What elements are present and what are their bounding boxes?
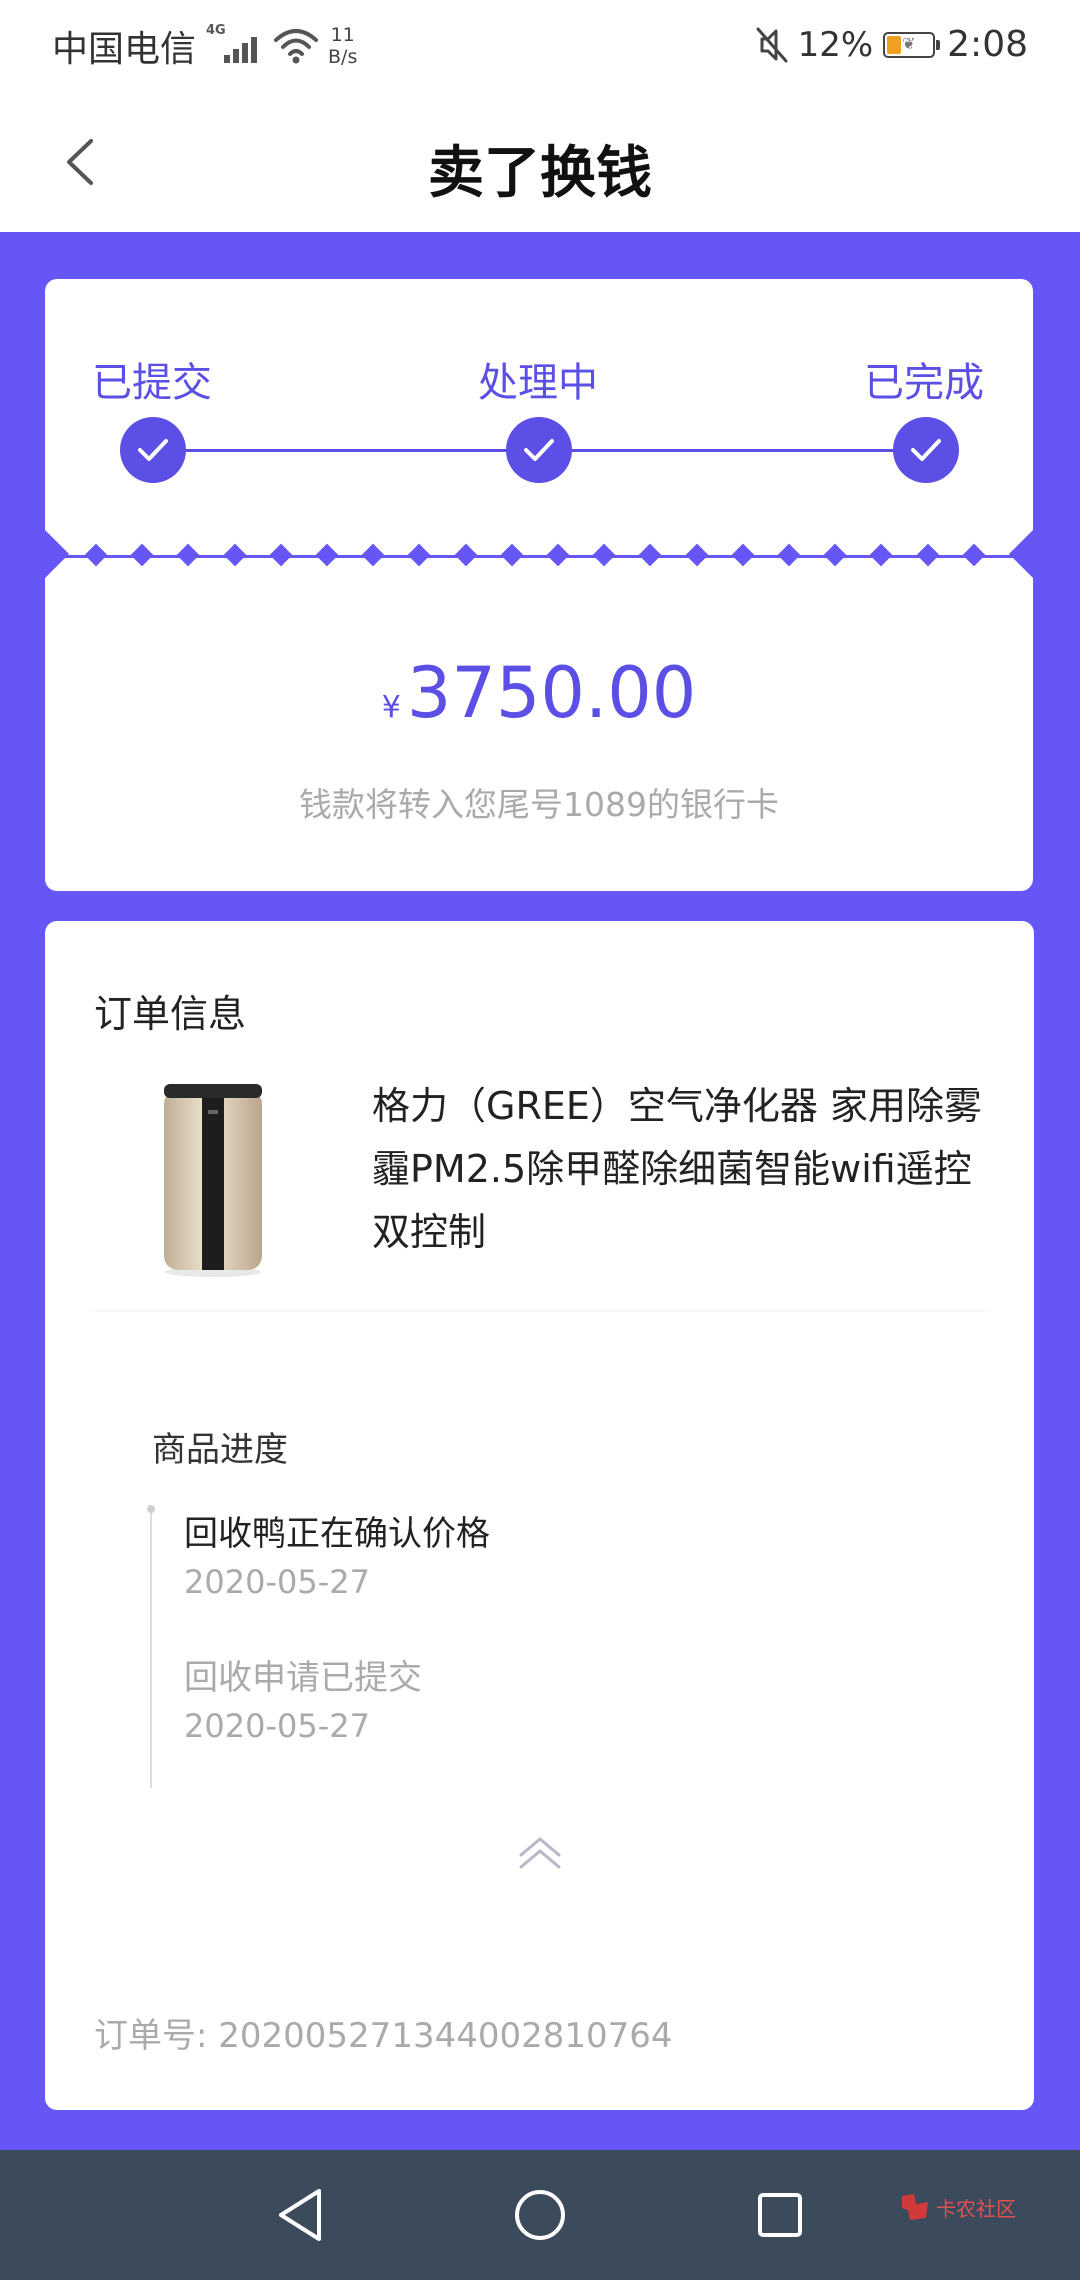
timeline-dot (147, 1505, 155, 1513)
step-label-processing: 处理中 (478, 360, 598, 406)
perforation-dot (592, 543, 616, 567)
watermark-logo-icon (902, 2194, 928, 2220)
perforation-dot (223, 543, 246, 567)
check-icon (911, 439, 941, 461)
check-icon (138, 439, 168, 461)
page-title: 卖了换钱 (428, 141, 652, 206)
perforation-dot (130, 543, 154, 567)
check-icon (524, 439, 554, 461)
step-label-submitted: 已提交 (92, 360, 212, 406)
perforation-dot (269, 543, 293, 567)
order-number: 订单号: 202005271344002810764 (94, 2016, 673, 2056)
step-label-completed: 已完成 (864, 360, 984, 406)
product-image[interactable] (160, 1080, 266, 1280)
clock: 2:08 (947, 24, 1028, 65)
double-chevron-up-icon (519, 1837, 561, 1869)
step-check-processing (506, 417, 572, 483)
perforation-dot (177, 543, 200, 567)
collapse-button[interactable] (510, 1828, 570, 1878)
status-left: 中国电信 4G 11 B/s (52, 20, 357, 72)
payout-amount: ¥ 3750.00 (45, 652, 1033, 734)
product-name[interactable]: 格力（GREE）空气净化器 家用除雾霾PM2.5除甲醛除细菌智能wifi遥控双控… (372, 1075, 982, 1264)
home-circle-icon (515, 2190, 565, 2240)
transfer-note: 钱款将转入您尾号1089的银行卡 (299, 785, 779, 824)
speed-unit: B/s (328, 46, 358, 68)
recents-square-icon (758, 2193, 802, 2237)
network-speed: 11 B/s (328, 24, 357, 68)
perforation-dot (870, 543, 893, 567)
step-connector (572, 449, 894, 452)
perforation-dot (962, 543, 986, 567)
status-right: 12% ❦ 2:08 (754, 24, 1028, 65)
perforation-dot (84, 543, 108, 567)
timeline-item-date: 2020-05-27 (184, 1563, 370, 1601)
perforation-dot (731, 543, 755, 567)
perforation-dot (685, 543, 708, 567)
status-bar: 中国电信 4G 11 B/s 12% ❦ 2:08 (0, 0, 1080, 92)
ticket-perforation (84, 543, 988, 567)
mute-icon (756, 27, 788, 62)
perforation-dot (777, 543, 801, 567)
order-section-title: 订单信息 (94, 992, 247, 1036)
network-type-label: 4G (206, 23, 226, 38)
carrier-label: 中国电信 (52, 29, 197, 70)
watermark: 卡农社区 (898, 2190, 1016, 2224)
perforation-dot (454, 543, 477, 567)
perforation-dot (408, 543, 431, 567)
perforation-dot (639, 543, 662, 567)
back-triangle-icon (279, 2189, 321, 2241)
perforation-dot (823, 543, 847, 567)
perforation-dot (546, 543, 570, 567)
battery-percent: 12% (797, 24, 874, 65)
wifi-icon (274, 29, 319, 64)
step-connector (186, 449, 508, 452)
battery-icon: ❦ (883, 31, 941, 58)
perforation-dot (361, 543, 385, 567)
timeline-item-text: 回收申请已提交 (184, 1658, 422, 1698)
step-check-submitted (120, 417, 186, 483)
watermark-text: 卡农社区 (936, 2196, 1016, 2221)
divider (94, 1310, 986, 1312)
perforation-dot (916, 543, 939, 567)
perforation-dot (315, 543, 339, 567)
nav-recents-button[interactable] (745, 2180, 815, 2250)
perforation-dot (500, 543, 524, 567)
speed-value: 11 (330, 24, 355, 46)
step-check-completed (893, 417, 959, 483)
timeline-item-date: 2020-05-27 (184, 1707, 370, 1745)
currency-symbol: ¥ (381, 690, 401, 725)
signal-icon: 4G (206, 23, 266, 69)
header: 卖了换钱 (0, 92, 1080, 232)
timeline-line (150, 1508, 152, 1788)
nav-back-button[interactable] (265, 2180, 335, 2250)
progress-title: 商品进度 (152, 1430, 288, 1470)
amount-value: 3750.00 (406, 652, 697, 734)
nav-home-button[interactable] (505, 2180, 575, 2250)
timeline-item-text: 回收鸭正在确认价格 (184, 1514, 490, 1554)
